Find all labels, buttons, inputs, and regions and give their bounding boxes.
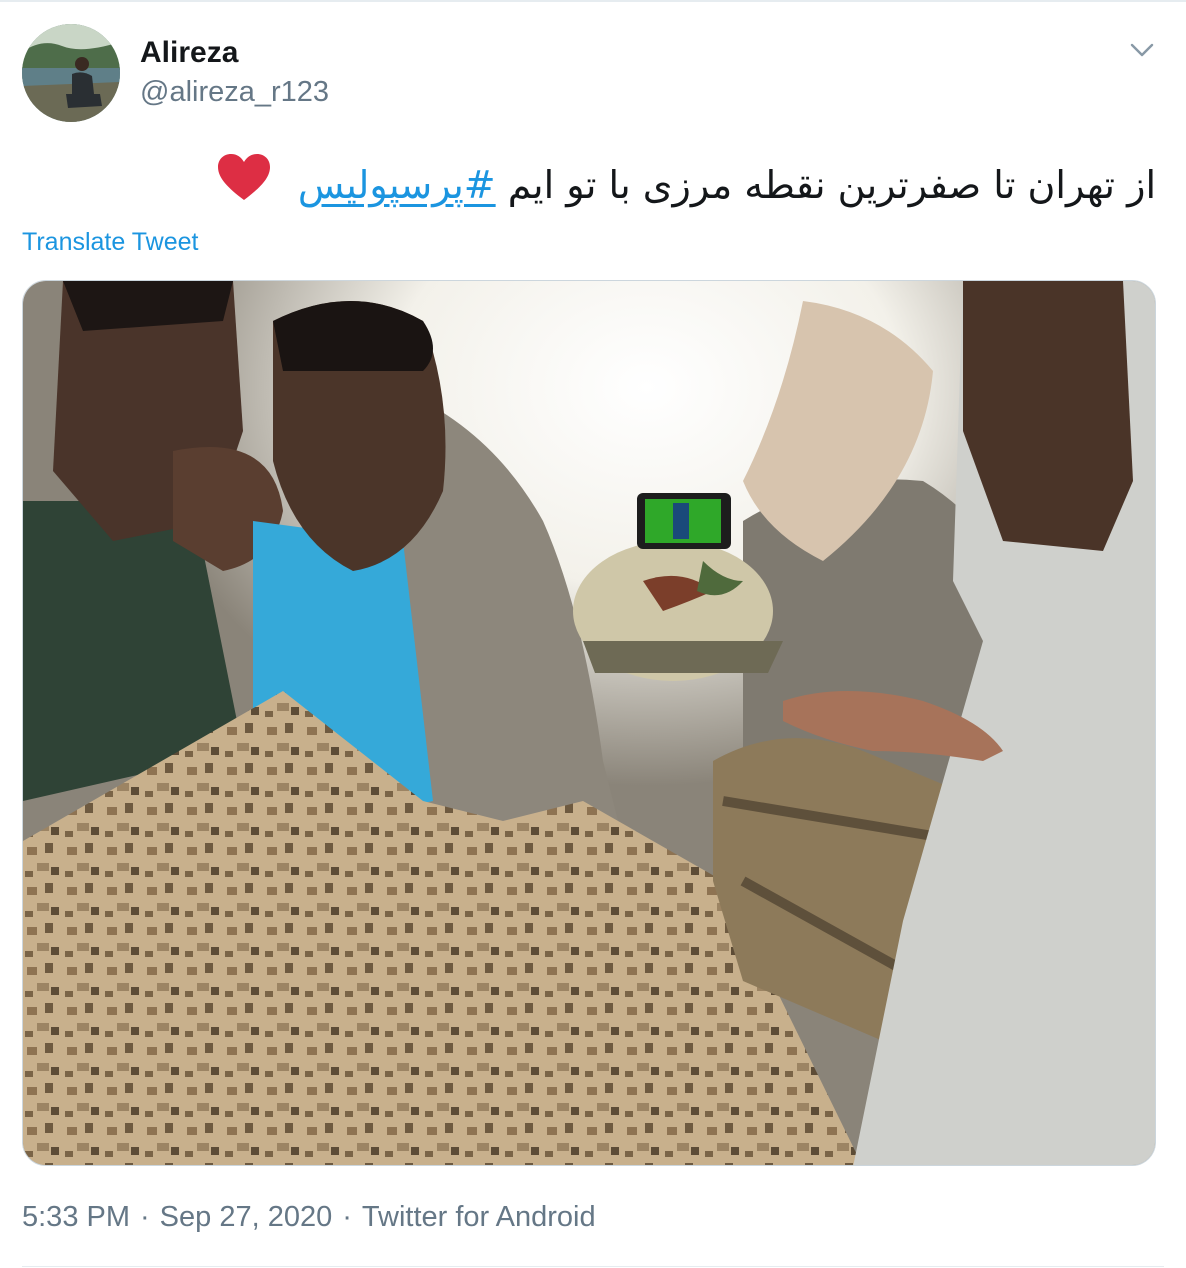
bottom-divider — [22, 1266, 1164, 1267]
heart-icon — [216, 152, 272, 224]
meta-separator: · — [140, 1201, 150, 1233]
translate-tweet-link[interactable]: Translate Tweet — [22, 226, 198, 258]
tweet-photo[interactable] — [22, 280, 1156, 1166]
tweet-time[interactable]: 5:33 PM — [22, 1201, 130, 1233]
photo-soldiers-watching-phone — [23, 281, 1155, 1165]
tweet-text-main: از تهران تا صفرترین نقطه مرزی با تو ایم — [507, 163, 1156, 207]
tweet-text: از تهران تا صفرترین نقطه مرزی با تو ایم … — [56, 150, 1156, 224]
top-divider — [0, 0, 1186, 2]
tweet-source[interactable]: Twitter for Android — [362, 1201, 596, 1233]
avatar-photo — [22, 24, 120, 122]
more-options-button[interactable] — [1126, 34, 1158, 66]
user-handle[interactable]: @alireza_r123 — [140, 74, 329, 110]
hashtag-link[interactable]: #پرسپولیس — [298, 163, 496, 207]
tweet-meta: 5:33 PM · Sep 27, 2020 · Twitter for Android — [22, 1198, 596, 1236]
chevron-down-icon — [1130, 43, 1154, 57]
tweet-date[interactable]: Sep 27, 2020 — [160, 1201, 333, 1233]
meta-separator-2: · — [342, 1201, 352, 1233]
avatar[interactable] — [22, 24, 120, 122]
display-name[interactable]: Alireza — [140, 34, 238, 72]
